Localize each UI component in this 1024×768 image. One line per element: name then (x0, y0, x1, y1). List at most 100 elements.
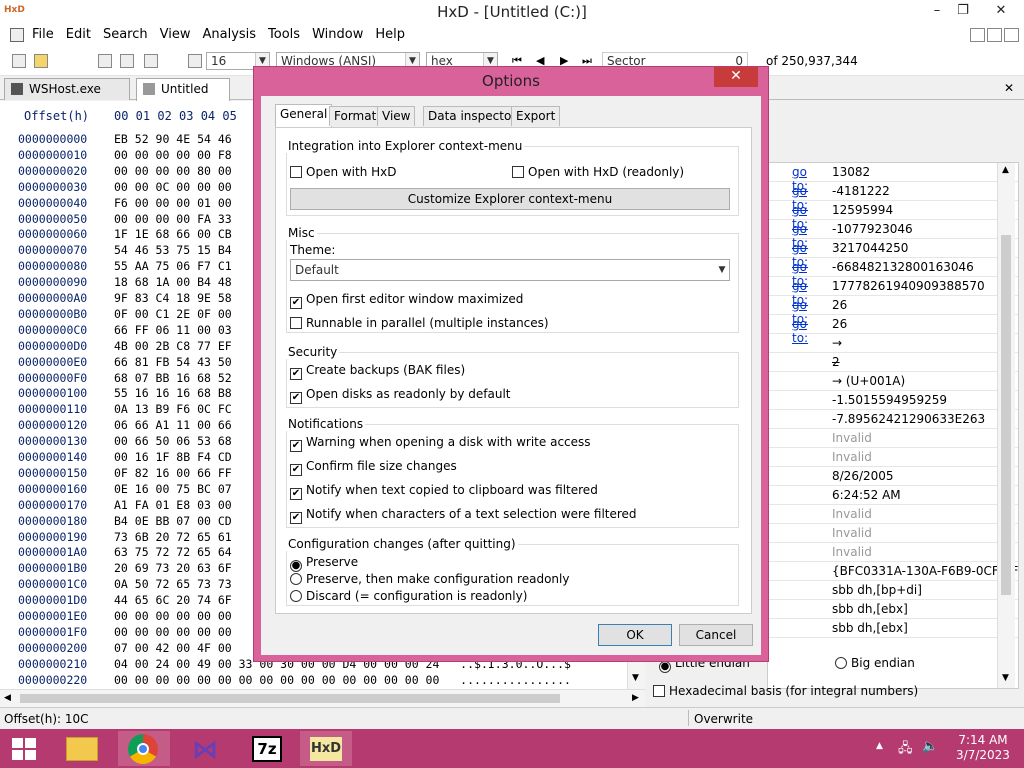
inspector-row[interactable]: sbb dh,[ebx] (768, 619, 1018, 638)
taskbar-visual-studio[interactable]: ⋈ (180, 731, 232, 766)
open-first-maximized-checkbox[interactable]: ✔ Open first editor window maximized (290, 292, 523, 309)
hex-row-bytes[interactable]: 00 16 1F 8B F4 CD (114, 449, 232, 465)
preserve-readonly-radio[interactable]: Preserve, then make configuration readon… (290, 572, 569, 586)
properties-icon[interactable] (144, 54, 158, 68)
inspector-row[interactable]: go to: -4181222 (768, 182, 1018, 212)
taskbar-hxd[interactable]: HxD (300, 731, 352, 766)
inspector-row[interactable]: 8/26/2005 (768, 467, 1018, 486)
hex-row-bytes[interactable]: 9F 83 C4 18 9E 58 (114, 290, 232, 306)
hex-row-bytes[interactable]: 1F 1E 68 66 00 CB (114, 226, 232, 242)
hex-row-bytes[interactable]: 55 AA 75 06 F7 C1 (114, 258, 232, 274)
hex-row-bytes[interactable]: 68 07 BB 16 68 52 (114, 370, 232, 386)
taskbar-7zip[interactable]: 7z (240, 731, 292, 766)
cancel-button[interactable]: Cancel (679, 624, 753, 646)
print-icon[interactable] (120, 54, 134, 68)
maximize-button[interactable]: ❐ (946, 0, 980, 22)
hex-row-bytes[interactable]: 0F 00 C1 2E 0F 00 (114, 306, 232, 322)
hex-row-bytes[interactable]: 00 00 00 00 00 F8 (114, 147, 232, 163)
inspector-scrollbar[interactable]: ▲ ▼ (997, 163, 1015, 688)
scroll-up-icon[interactable]: ▲ (1002, 165, 1009, 175)
hex-row-bytes[interactable]: F6 00 00 00 01 00 (114, 195, 232, 211)
hex-row-bytes[interactable]: 00 00 00 00 00 00 (114, 624, 232, 640)
inspector-row[interactable]: Invalid (768, 429, 1018, 448)
hex-row-bytes[interactable]: B4 0E BB 07 00 CD (114, 513, 232, 529)
discard-radio[interactable]: Discard (= configuration is readonly) (290, 589, 527, 603)
hex-row-bytes[interactable]: 06 66 A1 11 00 66 (114, 417, 232, 433)
theme-select[interactable]: Default ▼ (290, 259, 730, 281)
hex-row-bytes[interactable]: 0A 50 72 65 73 73 (114, 576, 232, 592)
menu-window[interactable]: Window (306, 24, 369, 46)
menu-tools[interactable]: Tools (262, 24, 306, 46)
hex-row-bytes[interactable]: 18 68 1A 00 B4 48 (114, 274, 232, 290)
inspector-row[interactable]: go to: 17778261940909388570 (768, 277, 1018, 307)
hex-row-bytes[interactable]: 4B 00 2B C8 77 EF (114, 338, 232, 354)
volume-icon[interactable]: 🔈 (922, 739, 938, 754)
inspector-row[interactable]: go to: 12595994 (768, 201, 1018, 231)
inspector-row[interactable]: Invalid (768, 505, 1018, 524)
mdi-close-icon[interactable] (1004, 28, 1019, 42)
confirm-size-changes-checkbox[interactable]: ✔ Confirm file size changes (290, 459, 457, 476)
inspector-row[interactable]: go to: 13082 (768, 163, 1018, 193)
open-folder-icon[interactable] (34, 54, 48, 68)
hex-row-bytes[interactable]: 66 81 FB 54 43 50 (114, 354, 232, 370)
open-with-hxd-readonly-checkbox[interactable]: Open with HxD (readonly) (512, 165, 684, 179)
hex-row-bytes[interactable]: 00 00 00 00 00 00 00 00 00 00 00 00 00 0… (114, 672, 571, 688)
clock[interactable]: 7:14 AM 3/7/2023 (950, 733, 1016, 763)
tab-export[interactable]: Export (511, 106, 561, 126)
runnable-in-parallel-checkbox[interactable]: Runnable in parallel (multiple instances… (290, 316, 549, 330)
hex-row-bytes[interactable]: EB 52 90 4E 54 46 (114, 131, 232, 147)
network-icon[interactable]: 🖧 (898, 739, 913, 761)
inspector-row[interactable]: go to: 26 (768, 315, 1018, 345)
create-backups-checkbox[interactable]: ✔ Create backups (BAK files) (290, 363, 465, 380)
hex-row-bytes[interactable]: 20 69 73 20 63 6F (114, 560, 232, 576)
customize-explorer-button[interactable]: Customize Explorer context-menu (290, 188, 730, 210)
inspector-row[interactable]: Invalid (768, 524, 1018, 543)
open-with-hxd-checkbox[interactable]: Open with HxD (290, 165, 397, 179)
hex-row[interactable]: 0000000220 00 00 00 00 00 00 00 00 00 00 … (0, 672, 620, 688)
inspector-row[interactable]: Invalid (768, 448, 1018, 467)
hex-row-bytes[interactable]: 55 16 16 16 68 B8 (114, 385, 232, 401)
hex-row-bytes[interactable]: 44 65 6C 20 74 6F (114, 592, 232, 608)
mdi-restore-icon[interactable] (987, 28, 1002, 42)
preserve-radio[interactable]: ● Preserve (290, 555, 358, 572)
menu-view[interactable]: View (154, 24, 197, 46)
scroll-thumb[interactable] (20, 694, 560, 703)
inspector-row[interactable]: 2̶ (768, 353, 1018, 372)
inspector-row[interactable]: go to: -1077923046 (768, 220, 1018, 250)
hex-row-bytes[interactable]: 0F 82 16 00 66 FF (114, 465, 232, 481)
hex-row-bytes[interactable]: 0E 16 00 75 BC 07 (114, 481, 232, 497)
scroll-right-icon[interactable]: ▶ (632, 693, 639, 703)
menu-file[interactable]: File (26, 24, 60, 46)
menu-analysis[interactable]: Analysis (196, 24, 262, 46)
start-button[interactable] (0, 731, 52, 766)
tab-format[interactable]: Format (329, 106, 382, 126)
dialog-close-button[interactable]: ✕ (714, 67, 758, 87)
hex-row-bytes[interactable]: 00 00 00 00 80 00 (114, 163, 232, 179)
mdi-minimize-icon[interactable] (970, 28, 985, 42)
notify-clipboard-filtered-checkbox[interactable]: ✔ Notify when text copied to clipboard wa… (290, 483, 598, 500)
hex-row-bytes[interactable]: 0A 13 B9 F6 0C FC (114, 401, 232, 417)
close-tab-button[interactable]: ✕ (1004, 81, 1014, 95)
tab-data-inspector[interactable]: Data inspector (423, 106, 522, 126)
inspector-row[interactable]: go to: -668482132800163046 (768, 258, 1018, 288)
inspector-row[interactable]: -7.89562421290633E263 (768, 410, 1018, 429)
scroll-thumb[interactable] (1001, 235, 1011, 595)
hex-horizontal-scrollbar[interactable]: ◀ ▶ (0, 689, 645, 707)
hex-row-bytes[interactable]: 73 6B 20 72 65 61 (114, 529, 232, 545)
menu-help[interactable]: Help (369, 24, 411, 46)
menu-search[interactable]: Search (97, 24, 154, 46)
hex-row-bytes[interactable]: 54 46 53 75 15 B4 (114, 242, 232, 258)
tab-untitled[interactable]: Untitled (C:) (136, 78, 230, 116)
tab-view[interactable]: View (377, 106, 416, 126)
hex-row-bytes[interactable]: 07 00 42 00 4F 00 (114, 640, 232, 656)
hex-row-bytes[interactable]: 63 75 72 72 65 64 (114, 544, 232, 560)
inspector-row[interactable]: go to: 26 (768, 296, 1018, 326)
scroll-left-icon[interactable]: ◀ (4, 693, 11, 703)
close-button[interactable]: ✕ (978, 0, 1024, 22)
taskbar-chrome[interactable] (118, 731, 170, 766)
hex-row-bytes[interactable]: 00 00 00 00 00 00 (114, 608, 232, 624)
save-icon[interactable] (98, 54, 112, 68)
notify-selection-filtered-checkbox[interactable]: ✔ Notify when characters of a text select… (290, 507, 637, 524)
inspector-row[interactable]: {BFC0331A-130A-F6B9-0CFC-F3 (768, 562, 1018, 581)
menu-edit[interactable]: Edit (60, 24, 97, 46)
